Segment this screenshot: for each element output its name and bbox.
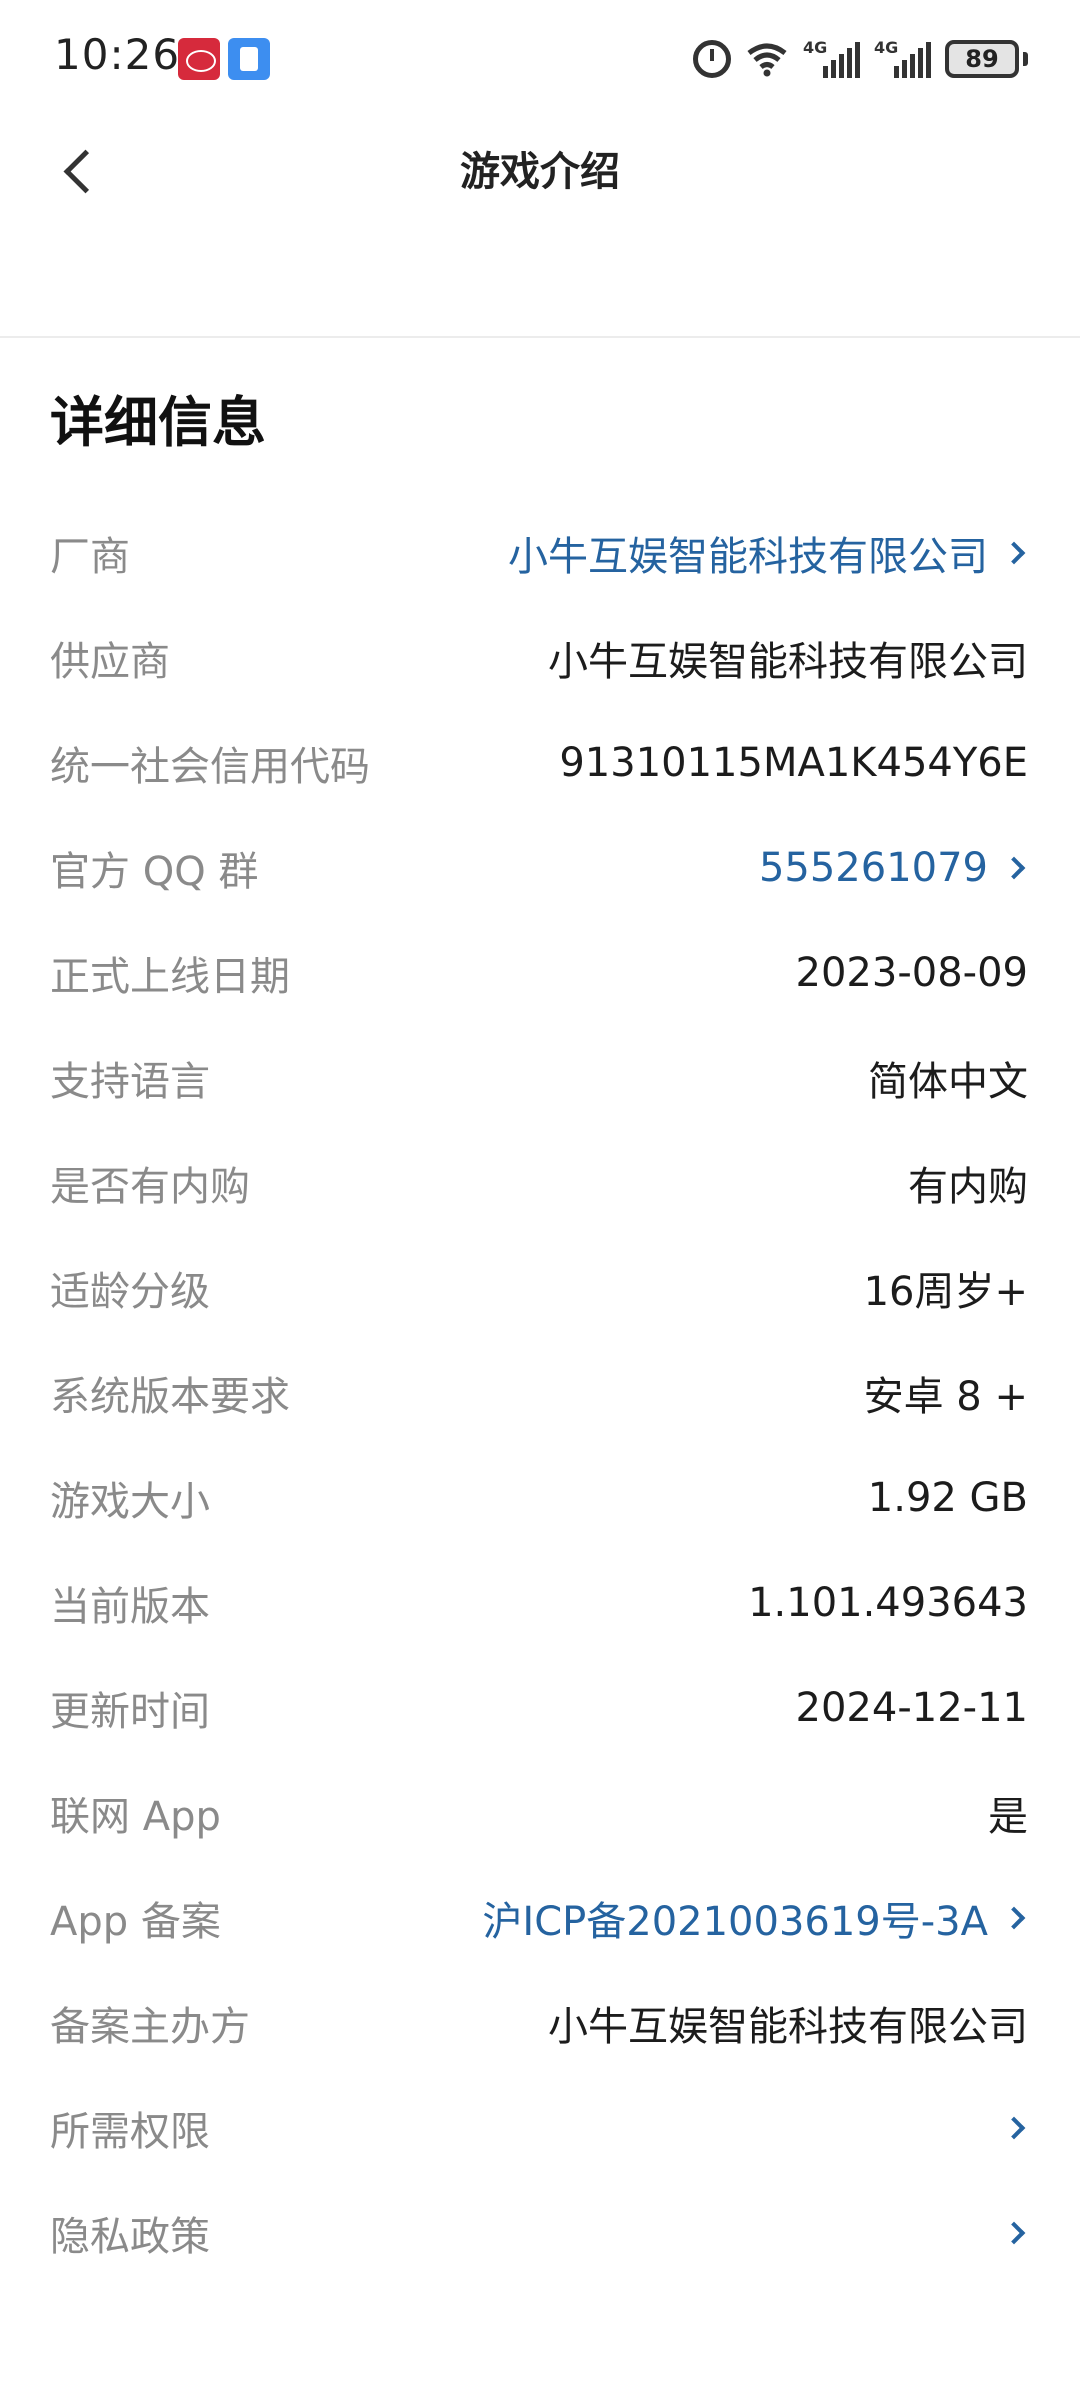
info-row-value-wrap: 2023-08-09 xyxy=(796,950,1028,996)
info-row-value: 2024-12-11 xyxy=(795,1684,1028,1731)
info-row-value-wrap: 2024-12-11 xyxy=(796,1685,1028,1731)
battery-icon: 89 xyxy=(945,40,1019,78)
info-row: 联网 App 是 xyxy=(0,1760,1080,1865)
info-row: 系统版本要求 安卓 8 + xyxy=(0,1340,1080,1445)
info-row-value-wrap: 1.92 GB xyxy=(868,1475,1028,1521)
info-row-label: 正式上线日期 xyxy=(50,953,290,1000)
info-row-value-wrap: 简体中文 xyxy=(868,1049,1028,1107)
page-title: 游戏介绍 xyxy=(460,149,620,195)
info-row-value-wrap: 是 xyxy=(988,1784,1028,1842)
info-row-value-wrap[interactable] xyxy=(1002,2221,1028,2244)
info-row: 更新时间 2024-12-11 xyxy=(0,1655,1080,1760)
info-list: 厂商 小牛互娱智能科技有限公司 供应商 小牛互娱智能科技有限公司 统一社会信用代码 913… xyxy=(0,500,1080,2285)
info-row-value: 16周岁+ xyxy=(863,1268,1028,1315)
info-row-label: 厂商 xyxy=(50,533,130,580)
info-row-value-wrap: 有内购 xyxy=(908,1154,1028,1212)
info-row-value: 小牛互娱智能科技有限公司 xyxy=(548,638,1028,685)
info-row: 正式上线日期 2023-08-09 xyxy=(0,920,1080,1025)
signal-icon-sim2: 4G xyxy=(874,38,931,78)
info-row: 游戏大小 1.92 GB xyxy=(0,1445,1080,1550)
section-title: 详细信息 xyxy=(50,391,266,454)
status-time: 10:26 xyxy=(54,30,181,79)
info-row-value: 简体中文 xyxy=(868,1058,1028,1105)
info-row-label: 是否有内购 xyxy=(50,1163,250,1210)
wifi-icon xyxy=(745,41,789,77)
info-row-link[interactable]: 沪ICP备2021003619号-3A xyxy=(482,1889,988,1947)
info-row-label: 隐私政策 xyxy=(50,2213,210,2260)
info-row-value-wrap: 安卓 8 + xyxy=(864,1364,1028,1422)
battery-tip xyxy=(1023,52,1028,66)
info-row-link[interactable]: 小牛互娱智能科技有限公司 xyxy=(508,524,988,582)
info-row-value: 安卓 8 + xyxy=(863,1373,1028,1420)
info-row-value: 1.92 GB xyxy=(867,1474,1028,1521)
info-row[interactable]: App 备案 沪ICP备2021003619号-3A xyxy=(0,1865,1080,1970)
info-row-label: 支持语言 xyxy=(50,1058,210,1105)
info-row-value: 小牛互娱智能科技有限公司 xyxy=(548,2003,1028,2050)
info-row-label: App 备案 xyxy=(50,1898,221,1945)
info-row-label: 备案主办方 xyxy=(50,2003,250,2050)
info-row-value-wrap: 小牛互娱智能科技有限公司 xyxy=(548,629,1028,687)
info-row-value-wrap: 91310115MA1K454Y6E xyxy=(559,740,1028,786)
info-row-value-wrap: 小牛互娱智能科技有限公司 xyxy=(548,1994,1028,2052)
alarm-icon xyxy=(693,40,731,78)
info-row-value: 91310115MA1K454Y6E xyxy=(559,739,1028,786)
nav-bar: 游戏介绍 xyxy=(0,120,1080,338)
info-row-label: 适龄分级 xyxy=(50,1268,210,1315)
nissan-notification-icon xyxy=(178,38,220,80)
info-row-label: 所需权限 xyxy=(50,2108,210,2155)
info-row-value: 2023-08-09 xyxy=(795,949,1028,996)
signal-icon-sim1: 4G xyxy=(803,38,860,78)
status-bar: 10:26 4G 4G 89 xyxy=(0,0,1080,120)
info-row-label: 供应商 xyxy=(50,638,170,685)
info-row[interactable]: 官方 QQ 群 555261079 xyxy=(0,815,1080,920)
info-row[interactable]: 所需权限 xyxy=(0,2075,1080,2180)
info-row-value-wrap[interactable] xyxy=(1002,2116,1028,2139)
info-row: 是否有内购 有内购 xyxy=(0,1130,1080,1235)
info-row: 备案主办方 小牛互娱智能科技有限公司 xyxy=(0,1970,1080,2075)
info-row-label: 游戏大小 xyxy=(50,1478,210,1525)
chevron-right-icon[interactable] xyxy=(1002,856,1026,879)
info-row-value-wrap[interactable]: 555261079 xyxy=(759,845,1028,891)
chevron-right-icon[interactable] xyxy=(1002,2116,1026,2139)
info-row[interactable]: 隐私政策 xyxy=(0,2180,1080,2285)
info-row-label: 统一社会信用代码 xyxy=(50,743,370,790)
info-row-label: 系统版本要求 xyxy=(50,1373,290,1420)
info-row-value: 是 xyxy=(988,1793,1028,1840)
info-row-label: 更新时间 xyxy=(50,1688,210,1735)
chevron-right-icon[interactable] xyxy=(1002,541,1026,564)
info-row-value: 有内购 xyxy=(908,1163,1028,1210)
info-row: 适龄分级 16周岁+ xyxy=(0,1235,1080,1340)
info-row: 统一社会信用代码 91310115MA1K454Y6E xyxy=(0,710,1080,815)
status-icons: 4G 4G 89 xyxy=(693,36,1028,82)
info-row-link[interactable]: 555261079 xyxy=(759,845,988,891)
info-row: 供应商 小牛互娱智能科技有限公司 xyxy=(0,605,1080,710)
info-row[interactable]: 厂商 小牛互娱智能科技有限公司 xyxy=(0,500,1080,605)
info-row-label: 官方 QQ 群 xyxy=(50,848,259,895)
chevron-right-icon[interactable] xyxy=(1002,2221,1026,2244)
info-row-value-wrap: 16周岁+ xyxy=(864,1259,1028,1317)
app-notification-icon xyxy=(228,38,270,80)
info-row-value: 1.101.493643 xyxy=(748,1579,1028,1626)
chevron-right-icon[interactable] xyxy=(1002,1906,1026,1929)
info-row-value-wrap[interactable]: 小牛互娱智能科技有限公司 xyxy=(508,524,1028,582)
info-row: 支持语言 简体中文 xyxy=(0,1025,1080,1130)
info-row-label: 当前版本 xyxy=(50,1583,210,1630)
info-row: 当前版本 1.101.493643 xyxy=(0,1550,1080,1655)
info-row-value-wrap: 1.101.493643 xyxy=(748,1580,1028,1626)
info-row-value-wrap[interactable]: 沪ICP备2021003619号-3A xyxy=(482,1889,1028,1947)
info-row-label: 联网 App xyxy=(50,1793,221,1840)
